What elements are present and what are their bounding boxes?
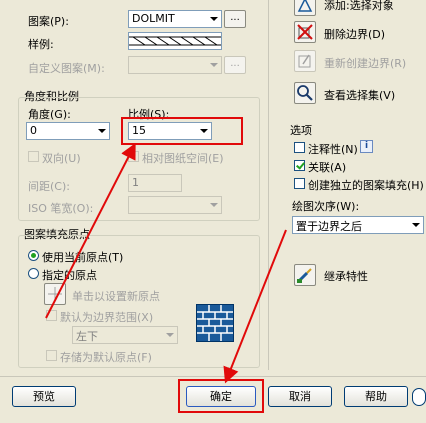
arrow-to-scale	[45, 142, 136, 319]
arrow-to-ok	[223, 229, 287, 384]
hatch-dialog: 图案(P): DOLMIT ... 样例: 自定义图案(M): ... 角度和比…	[0, 0, 426, 423]
annotation-arrows	[45, 142, 287, 384]
